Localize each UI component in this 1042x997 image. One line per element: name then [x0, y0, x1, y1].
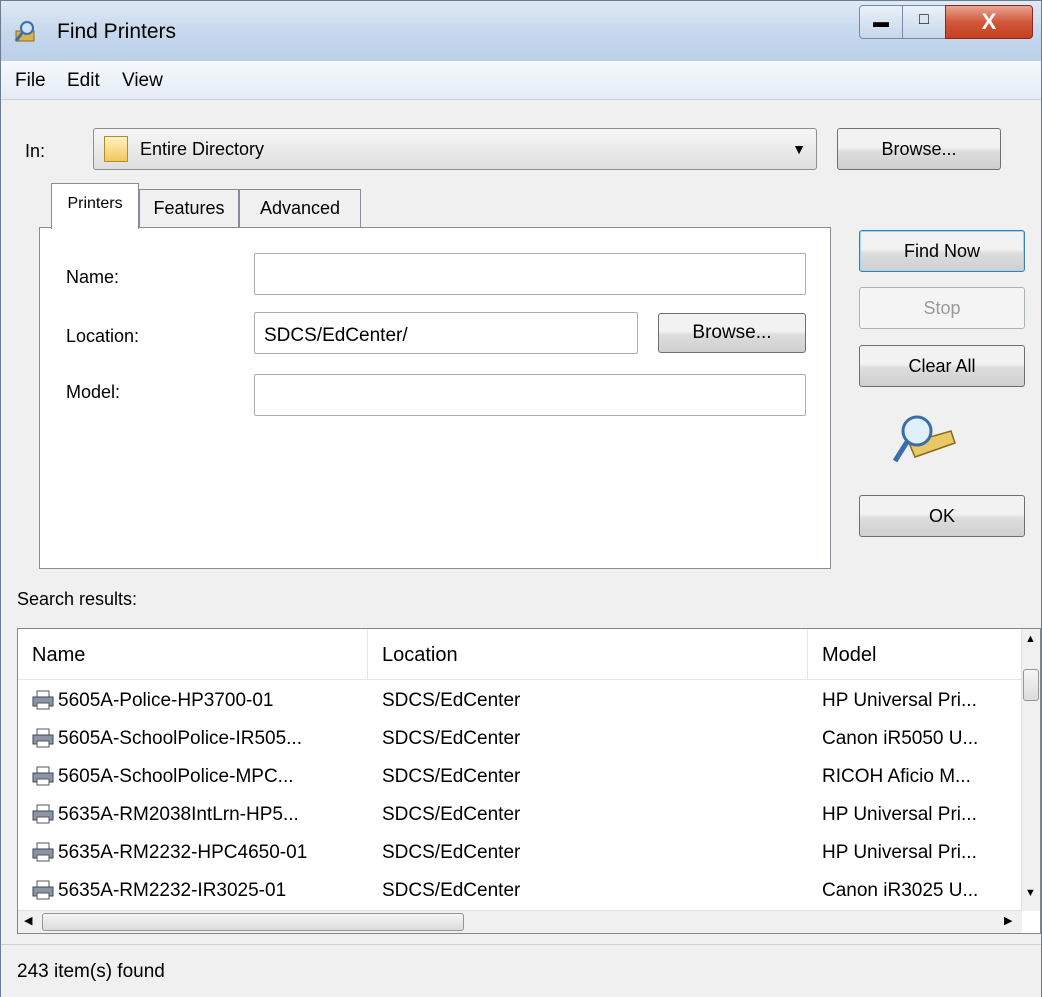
vertical-scroll-thumb[interactable]	[1023, 669, 1039, 701]
scope-browse-button[interactable]: Browse...	[837, 128, 1001, 170]
scope-dropdown[interactable]: Entire Directory ▼	[93, 128, 817, 170]
tab-advanced[interactable]: Advanced	[239, 189, 361, 227]
tab-printers[interactable]: Printers	[51, 183, 139, 229]
table-row[interactable]: 5605A-SchoolPolice-IR505... SDCS/EdCente…	[18, 720, 1022, 758]
printer-icon	[32, 842, 54, 862]
title-bar: Find Printers ▬ □ X	[1, 1, 1041, 61]
scope-value: Entire Directory	[140, 139, 265, 159]
table-row[interactable]: 5605A-SchoolPolice-MPC... SDCS/EdCenter …	[18, 758, 1022, 796]
search-animation-icon	[892, 415, 956, 463]
column-header-model[interactable]: Model	[808, 629, 1022, 679]
printer-icon	[32, 766, 54, 786]
minimize-icon: ▬	[873, 14, 889, 31]
ok-button[interactable]: OK	[859, 495, 1025, 537]
table-row[interactable]: 5635A-RM2232-IR3025-01 SDCS/EdCenter Can…	[18, 872, 1022, 910]
row-location: SDCS/EdCenter	[382, 880, 521, 901]
scroll-left-icon[interactable]: ◀	[24, 914, 32, 927]
row-name: 5635A-RM2232-HPC4650-01	[58, 842, 308, 863]
chevron-down-icon: ▼	[792, 141, 806, 157]
row-location: SDCS/EdCenter	[382, 690, 521, 711]
column-header-name[interactable]: Name	[18, 629, 368, 679]
table-row[interactable]: 5635A-RM2038IntLrn-HP5... SDCS/EdCenter …	[18, 796, 1022, 834]
name-label: Name:	[66, 267, 120, 287]
location-browse-button[interactable]: Browse...	[658, 313, 806, 353]
model-field[interactable]	[254, 374, 806, 416]
window-title: Find Printers	[57, 20, 177, 43]
scroll-right-icon[interactable]: ▶	[1004, 914, 1012, 927]
row-location: SDCS/EdCenter	[382, 804, 521, 825]
row-model: Canon iR5050 U...	[822, 728, 979, 749]
row-model: HP Universal Pri...	[822, 842, 977, 863]
status-text: 243 item(s) found	[17, 961, 165, 982]
location-field[interactable]: SDCS/EdCenter/	[254, 312, 638, 354]
table-row[interactable]: 5605A-Police-HP3700-01 SDCS/EdCenter HP …	[18, 682, 1022, 720]
list-header: Name Location Model	[18, 629, 1022, 680]
find-printers-window: Find Printers ▬ □ X File Edit View In: E…	[0, 0, 1042, 997]
name-field[interactable]	[254, 253, 806, 295]
printer-icon	[32, 804, 54, 824]
row-location: SDCS/EdCenter	[382, 842, 521, 863]
row-location: SDCS/EdCenter	[382, 728, 521, 749]
printer-icon	[32, 728, 54, 748]
printer-icon	[32, 690, 54, 710]
find-now-button[interactable]: Find Now	[859, 230, 1025, 272]
row-location: SDCS/EdCenter	[382, 766, 521, 787]
directory-icon	[104, 136, 128, 162]
minimize-button[interactable]: ▬	[859, 5, 903, 39]
vertical-scrollbar[interactable]: ▲ ▼	[1021, 629, 1040, 911]
row-name: 5635A-RM2038IntLrn-HP5...	[58, 804, 299, 825]
stop-button[interactable]: Stop	[859, 287, 1025, 329]
scroll-down-icon[interactable]: ▼	[1025, 887, 1036, 899]
row-model: HP Universal Pri...	[822, 690, 977, 711]
row-model: HP Universal Pri...	[822, 804, 977, 825]
column-header-location[interactable]: Location	[368, 629, 808, 679]
menu-file[interactable]: File	[15, 70, 46, 92]
results-list[interactable]: Name Location Model 5605A-Police-HP3700-…	[17, 628, 1041, 934]
row-name: 5635A-RM2232-IR3025-01	[58, 880, 287, 901]
row-name: 5605A-SchoolPolice-IR505...	[58, 728, 302, 749]
model-label: Model:	[66, 382, 121, 402]
location-label: Location:	[66, 326, 140, 346]
row-model: RICOH Aficio M...	[822, 766, 971, 787]
row-model: Canon iR3025 U...	[822, 880, 979, 901]
maximize-icon: □	[919, 11, 929, 28]
search-results-label: Search results:	[17, 589, 138, 609]
tab-features[interactable]: Features	[139, 189, 239, 227]
clear-all-button[interactable]: Clear All	[859, 345, 1025, 387]
close-icon: X	[981, 9, 997, 34]
menu-edit[interactable]: Edit	[67, 70, 100, 92]
row-name: 5605A-Police-HP3700-01	[58, 690, 274, 711]
in-label: In:	[25, 141, 46, 161]
find-printer-icon	[14, 21, 35, 42]
row-name: 5605A-SchoolPolice-MPC...	[58, 766, 294, 787]
close-button[interactable]: X	[945, 5, 1033, 39]
menu-view[interactable]: View	[122, 70, 163, 92]
horizontal-scroll-thumb[interactable]	[42, 913, 464, 931]
table-row[interactable]: 5635A-RM2232-HPC4650-01 SDCS/EdCenter HP…	[18, 834, 1022, 872]
maximize-button[interactable]: □	[902, 5, 946, 39]
horizontal-scrollbar[interactable]: ◀ ▶	[18, 910, 1022, 933]
printer-icon	[32, 880, 54, 900]
menu-bar: File Edit View	[1, 61, 1041, 100]
scroll-up-icon[interactable]: ▲	[1025, 633, 1036, 645]
printers-tab-panel: Name: Location: SDCS/EdCenter/ Browse...…	[39, 227, 831, 569]
status-bar: 243 item(s) found	[1, 944, 1041, 997]
